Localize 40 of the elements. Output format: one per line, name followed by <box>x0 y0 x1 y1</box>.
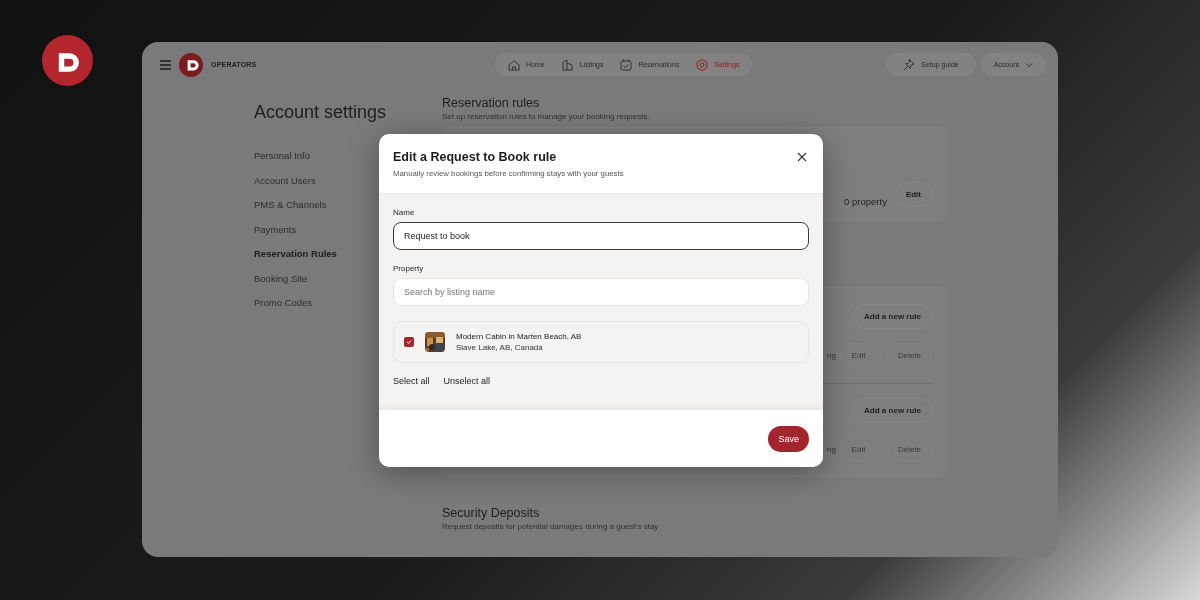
sidebar-item[interactable]: Booking Site <box>254 272 308 284</box>
add-rule-button[interactable]: Add a new rule <box>853 398 932 423</box>
settings-icon <box>695 57 710 72</box>
close-button[interactable] <box>797 152 807 162</box>
sidebar-item[interactable]: Reservation Rules <box>254 248 337 259</box>
calendar-icon <box>619 57 634 72</box>
property-item[interactable]: Modern Cabin in Marten Beach, AB Slave Lake, AB, Canada <box>393 321 809 363</box>
sidebar-item[interactable]: Payments <box>254 223 297 235</box>
edit-button[interactable]: Edit <box>894 182 932 207</box>
pin-icon <box>903 58 916 71</box>
checkbox[interactable] <box>404 337 414 347</box>
sidebar-item[interactable]: Account Users <box>254 174 316 186</box>
logo-icon <box>179 52 203 77</box>
sidebar-item[interactable]: Promo Codes <box>254 297 313 308</box>
property-count: 0 property <box>844 196 887 207</box>
sidebar-item[interactable]: PMS & Channels <box>254 199 327 210</box>
building-icon <box>560 57 575 72</box>
delete-button[interactable]: Delete <box>887 343 932 367</box>
section-title: Reservation rules <box>442 96 541 111</box>
modal-title: Edit a Request to Book rule <box>393 149 557 165</box>
chevron-down-icon <box>1025 61 1033 68</box>
select-all-link[interactable]: Select all <box>393 376 430 386</box>
page-title: Account settings <box>254 101 388 123</box>
close-icon <box>797 152 807 162</box>
field-label: Name <box>393 208 416 217</box>
field-label: Property <box>393 264 425 273</box>
sidebar-item[interactable]: Personal Info <box>254 150 310 161</box>
search-field[interactable]: Search by listing name <box>393 278 809 306</box>
section-title: Security Deposits <box>442 506 541 521</box>
name-field[interactable]: Request to book <box>393 222 809 250</box>
check-icon <box>405 338 413 346</box>
property-name: Modern Cabin in Marten Beach, AB <box>456 331 582 342</box>
property-location: Slave Lake, AB, Canada <box>456 341 544 353</box>
unselect-all-link[interactable]: Unselect all <box>443 376 491 386</box>
save-button[interactable]: Save <box>768 425 809 452</box>
delete-button[interactable]: Delete <box>887 437 932 461</box>
logo-icon <box>42 35 93 86</box>
home-icon <box>507 57 521 72</box>
menu-icon <box>160 59 171 70</box>
add-rule-button[interactable]: Add a new rule <box>853 304 932 329</box>
